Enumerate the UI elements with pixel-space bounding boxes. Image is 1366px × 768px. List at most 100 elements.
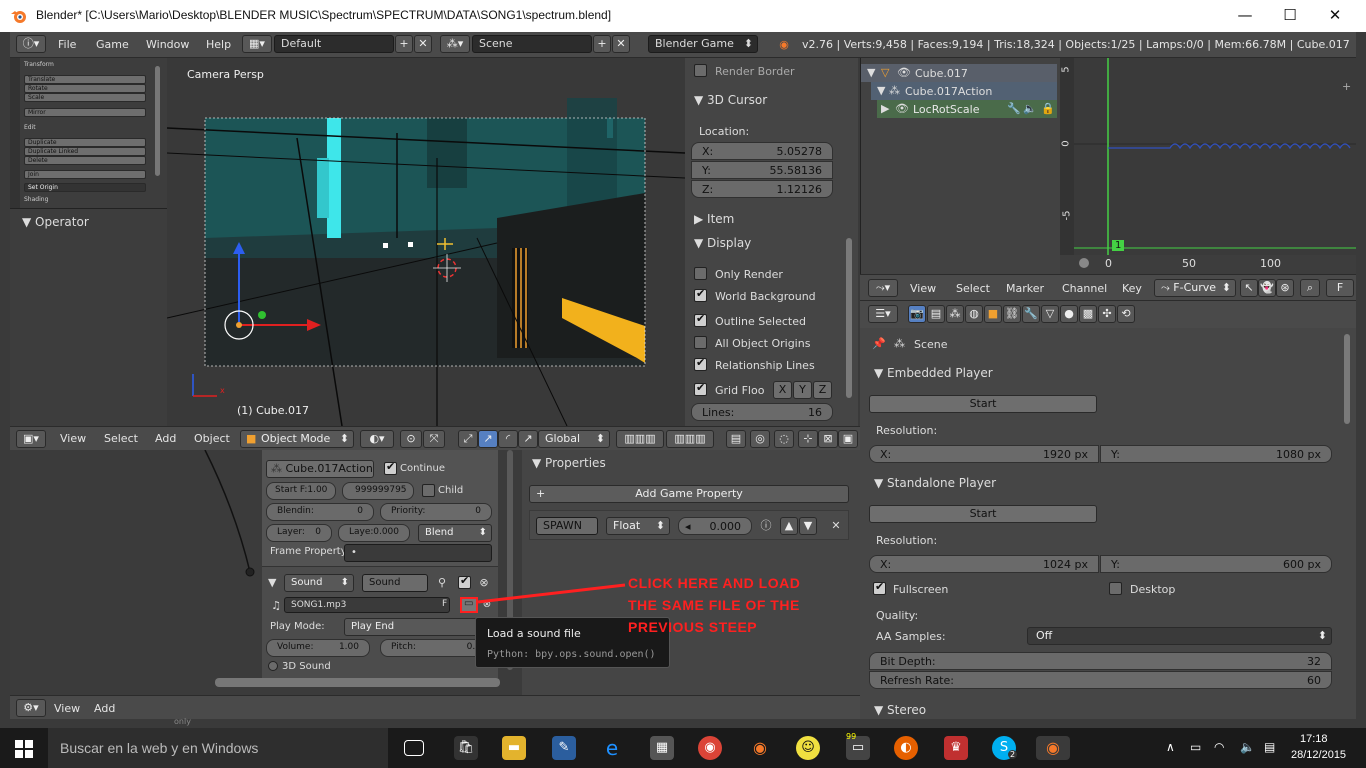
f-curve-line[interactable]: [1108, 143, 1351, 150]
show-hidden-icons-chevron-icon[interactable]: ∧: [1166, 740, 1175, 754]
close-window-button[interactable]: ✕: [1312, 4, 1358, 28]
fake-user-toggle[interactable]: F: [442, 599, 447, 609]
task-view-icon[interactable]: [404, 740, 424, 756]
screen-layout-field[interactable]: Default: [274, 35, 394, 53]
blend-mode-select[interactable]: Blend ⬍: [418, 524, 492, 542]
play-mode-select[interactable]: Play End: [344, 618, 494, 636]
cursor-z-field[interactable]: Z: 1.12126: [691, 180, 833, 198]
object-tab-icon[interactable]: ■: [984, 305, 1002, 323]
3d-sound-checkbox[interactable]: [268, 661, 278, 671]
standalone-y-field[interactable]: Y: 600 px: [1100, 555, 1332, 573]
blender-taskbar-icon-1[interactable]: ◉: [748, 736, 772, 760]
embedded-x-field[interactable]: X: 1920 px: [869, 445, 1099, 463]
chrome-icon[interactable]: ◉: [698, 736, 722, 760]
grid-x-toggle[interactable]: X: [773, 381, 792, 399]
render-border-checkbox[interactable]: [694, 64, 707, 77]
transform-orientation-select[interactable]: Global ⬍: [538, 430, 610, 448]
property-name-field[interactable]: SPAWN: [536, 517, 598, 535]
tool-tabs[interactable]: [10, 58, 20, 208]
constraints-tab-icon[interactable]: ⛓: [1003, 305, 1021, 323]
remove-property-icon[interactable]: ✕: [828, 518, 844, 534]
add-game-property-button[interactable]: + Add Game Property: [529, 485, 849, 503]
duplicate-linked-button[interactable]: Duplicate Linked: [24, 147, 146, 156]
cursor-y-field[interactable]: Y: 55.58136: [691, 161, 833, 179]
start-frame-field[interactable]: Start F:1.00: [266, 482, 336, 500]
battery-icon[interactable]: ▭: [1190, 740, 1201, 754]
editor-type-graph-button[interactable]: ⤳▾: [868, 279, 898, 297]
fullscreen-checkbox[interactable]: [873, 580, 886, 595]
3d-add-menu[interactable]: Add: [155, 432, 176, 445]
firefox-icon[interactable]: ◐: [894, 736, 918, 760]
visibility-icon[interactable]: 👁: [897, 66, 911, 79]
filter-fcurves-button[interactable]: F: [1326, 279, 1354, 297]
info-debug-icon[interactable]: ⓘ: [758, 518, 774, 534]
menu-game[interactable]: Game: [96, 38, 129, 51]
refresh-rate-field[interactable]: Refresh Rate: 60: [869, 671, 1332, 689]
render-preview-icon[interactable]: ▣: [838, 430, 858, 448]
duplicate-button[interactable]: Duplicate: [24, 138, 146, 147]
logic-view-menu[interactable]: View: [54, 702, 80, 715]
menu-window[interactable]: Window: [146, 38, 189, 51]
graph-plus-icon[interactable]: +: [1342, 80, 1351, 93]
render-tab-icon[interactable]: 📷: [908, 305, 926, 323]
desktop-checkbox[interactable]: [1109, 582, 1122, 595]
add-scene-icon[interactable]: +: [593, 35, 611, 53]
embedded-y-field[interactable]: Y: 1080 px: [1100, 445, 1332, 463]
3d-object-menu[interactable]: Object: [194, 432, 230, 445]
scene-tab-icon[interactable]: ⁂: [946, 305, 964, 323]
tool-shelf-scrollbar[interactable]: [155, 66, 160, 176]
action-name-field[interactable]: ⁂ Cube.017Action: [266, 460, 374, 478]
edge-icon[interactable]: e: [600, 736, 624, 760]
all-object-origins-checkbox[interactable]: [694, 336, 707, 349]
actuator-type-select[interactable]: Sound ⬍: [284, 574, 354, 592]
only-render-checkbox[interactable]: [694, 267, 707, 280]
move-up-icon[interactable]: ▲: [780, 517, 798, 535]
minimize-button[interactable]: —: [1222, 4, 1268, 28]
scale-button[interactable]: Scale: [24, 93, 146, 102]
logic-add-menu[interactable]: Add: [94, 702, 115, 715]
operator-panel-header[interactable]: ▼ Operator: [22, 215, 89, 229]
stereo-header[interactable]: ▼ Stereo: [874, 703, 926, 717]
mode-select[interactable]: ■ Object Mode ⬍: [240, 430, 354, 448]
menu-file[interactable]: File: [58, 38, 76, 51]
modifiers-tab-icon[interactable]: 🔧: [1022, 305, 1040, 323]
scene-icon[interactable]: ⁂▾: [440, 35, 470, 53]
blendin-field[interactable]: Blendin: 0: [266, 503, 374, 521]
collapse-action-icon[interactable]: ▼: [877, 84, 885, 97]
pin-scene-icon[interactable]: 📌: [872, 337, 886, 350]
collapse-object-icon[interactable]: ▼: [867, 66, 875, 79]
collapse-actuator-icon[interactable]: ▼: [268, 576, 276, 589]
relationship-lines-checkbox[interactable]: [694, 356, 707, 371]
outliner-action-row[interactable]: ▼ ⁂ Cube.017Action: [871, 82, 1057, 100]
translate-manipulator-icon[interactable]: ⤢: [458, 430, 478, 448]
embedded-player-header[interactable]: ▼ Embedded Player: [874, 366, 993, 380]
file-explorer-icon[interactable]: ▬: [502, 736, 526, 760]
graph-channel-menu[interactable]: Channel: [1062, 282, 1107, 295]
snap-icon[interactable]: ⊹: [798, 430, 818, 448]
render-layers-tab-icon[interactable]: ▤: [927, 305, 945, 323]
material-tab-icon[interactable]: ●: [1060, 305, 1078, 323]
particles-tab-icon[interactable]: ✣: [1098, 305, 1116, 323]
manipulator-toggle-icon[interactable]: ⤧: [423, 430, 445, 448]
add-layout-icon[interactable]: +: [395, 35, 413, 53]
properties-panel-header[interactable]: ▼ Properties: [532, 456, 606, 470]
data-tab-icon[interactable]: ▽: [1041, 305, 1059, 323]
editor-type-3d-button[interactable]: ▣▾: [16, 430, 46, 448]
lock-icon[interactable]: 🔒: [1041, 102, 1055, 115]
channel-visibility-icon[interactable]: 👁: [895, 102, 909, 115]
cursor-x-field[interactable]: X: 5.05278: [691, 142, 833, 160]
grid-z-toggle[interactable]: Z: [813, 381, 832, 399]
only-selected-icon[interactable]: ↖: [1240, 279, 1258, 297]
graph-select-menu[interactable]: Select: [956, 282, 990, 295]
pivot-point-select[interactable]: ⊙: [400, 430, 422, 448]
join-button[interactable]: Join: [24, 170, 146, 179]
layer-field[interactable]: Layer: 0: [266, 524, 332, 542]
physics-tab-icon[interactable]: ⟲: [1117, 305, 1135, 323]
game-app-icon[interactable]: ♛: [944, 736, 968, 760]
remove-layout-icon[interactable]: ✕: [414, 35, 432, 53]
standalone-player-header[interactable]: ▼ Standalone Player: [874, 476, 996, 490]
grid-y-toggle[interactable]: Y: [793, 381, 812, 399]
layer-weight-field[interactable]: Laye: 0.000: [338, 524, 410, 542]
volume-icon[interactable]: 🔈: [1240, 740, 1255, 754]
snap-element-icon[interactable]: ⊠: [818, 430, 838, 448]
